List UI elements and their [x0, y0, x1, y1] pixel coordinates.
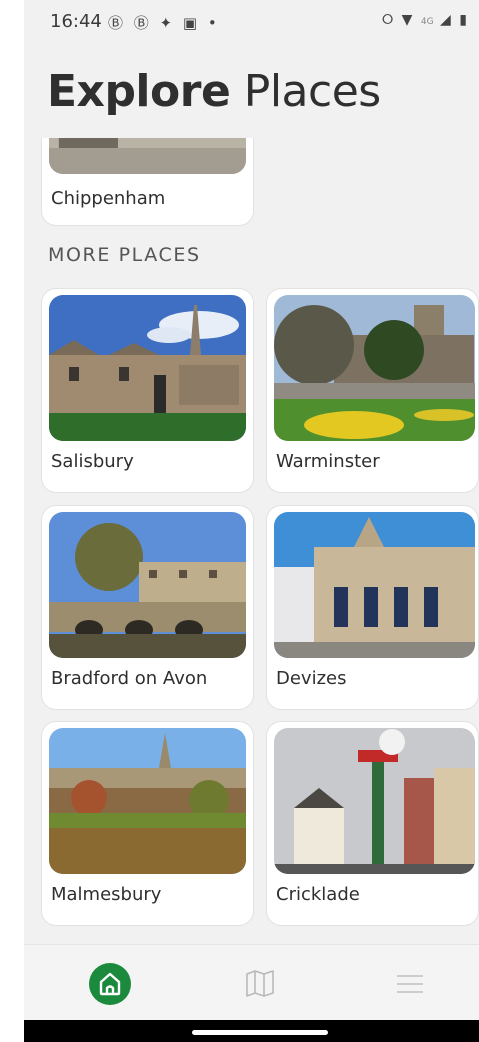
section-title-more-places: MORE PLACES: [48, 244, 201, 266]
map-icon: [246, 970, 274, 997]
nav-map-button[interactable]: [245, 969, 275, 1002]
place-card-chippenham[interactable]: Chippenham: [42, 138, 253, 225]
place-card-warminster[interactable]: Warminster: [267, 289, 478, 492]
place-label-cricklade: Cricklade: [276, 884, 360, 905]
place-card-devizes[interactable]: Devizes: [267, 506, 478, 709]
vibrate-icon: ⭘: [382, 12, 396, 28]
notification-icons: Ⓑ Ⓑ ✦ ▣ •: [108, 14, 220, 32]
place-label-devizes: Devizes: [276, 668, 347, 689]
wifi-icon: ▼: [401, 12, 415, 28]
place-card-salisbury[interactable]: Salisbury: [42, 289, 253, 492]
page-title-light: Places: [243, 66, 381, 117]
gesture-bar: [24, 1020, 479, 1042]
place-image-salisbury: [49, 295, 246, 441]
place-label-salisbury: Salisbury: [51, 451, 134, 472]
place-label-chippenham: Chippenham: [51, 188, 166, 209]
place-image-malmesbury: [49, 728, 246, 874]
page-title-bold: Explore: [47, 66, 231, 117]
signal-icon: ◢: [440, 12, 453, 28]
place-label-bradford-on-avon: Bradford on Avon: [51, 668, 208, 689]
status-bar: 16:44 Ⓑ Ⓑ ✦ ▣ • ⭘ ▼ 4G ◢ ▮: [24, 0, 479, 44]
status-time: 16:44: [50, 11, 102, 32]
nav-home-button[interactable]: [89, 963, 131, 1005]
nav-menu-button[interactable]: [396, 974, 424, 999]
place-label-warminster: Warminster: [276, 451, 380, 472]
home-gesture-handle[interactable]: [192, 1030, 328, 1035]
bottom-nav: [24, 944, 479, 1021]
menu-icon: [397, 975, 423, 993]
place-card-bradford-on-avon[interactable]: Bradford on Avon: [42, 506, 253, 709]
place-image-devizes: [274, 512, 475, 658]
network-type: 4G: [420, 17, 434, 27]
place-label-malmesbury: Malmesbury: [51, 884, 162, 905]
system-icons: ⭘ ▼ 4G ◢ ▮: [382, 12, 469, 28]
battery-icon: ▮: [459, 12, 469, 28]
home-icon: [99, 972, 121, 996]
place-card-malmesbury[interactable]: Malmesbury: [42, 722, 253, 925]
place-image-cricklade: [274, 728, 475, 874]
place-card-cricklade[interactable]: Cricklade: [267, 722, 478, 925]
place-image-warminster: [274, 295, 475, 441]
page-title: Explore Places: [47, 66, 381, 117]
place-image-chippenham: [49, 138, 246, 174]
places-scroll-area[interactable]: Chippenham MORE PLACES Salisbury Warmins…: [24, 138, 479, 944]
app-screen: 16:44 Ⓑ Ⓑ ✦ ▣ • ⭘ ▼ 4G ◢ ▮ Explore Place…: [24, 0, 479, 1042]
place-image-bradford-on-avon: [49, 512, 246, 658]
